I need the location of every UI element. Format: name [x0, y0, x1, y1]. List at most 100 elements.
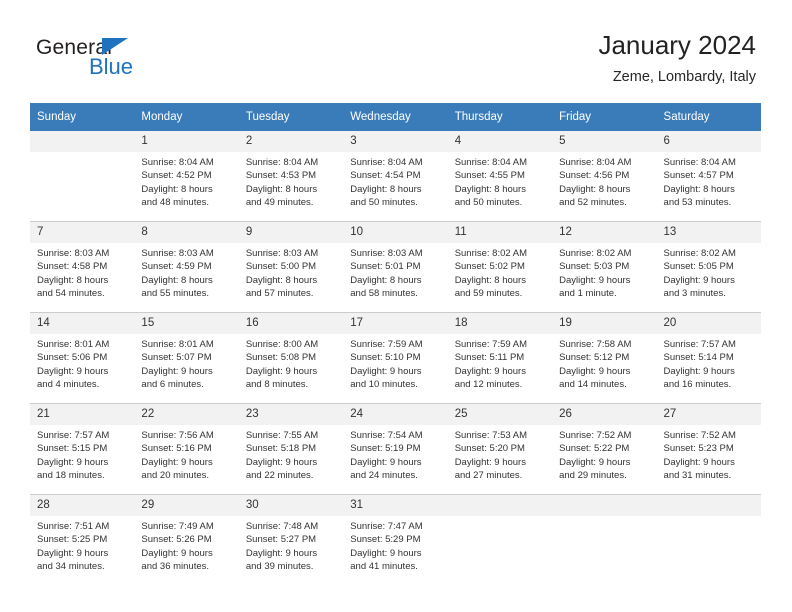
calendar-day-cell[interactable]: 2 Sunrise: 8:04 AM Sunset: 4:53 PM Daylight… — [238, 131, 344, 222]
calendar-day-cell[interactable]: 31 Sunrise: 7:47 AM Sunset: 5:29 PM Dayligh… — [343, 494, 448, 585]
day-details: Sunrise: 8:04 AM Sunset: 4:53 PM Daylight:… — [239, 152, 343, 209]
day-details: Sunrise: 7:49 AM Sunset: 5:26 PM Daylight:… — [134, 516, 238, 573]
sunrise-text: Sunrise: 7:54 AM — [350, 430, 423, 441]
page-subtitle: Zeme, Lombardy, Italy — [612, 69, 756, 85]
daylight-text: Daylight: 8 hours — [454, 274, 526, 286]
calendar-day-cell[interactable]: 23 Sunrise: 7:55 AM Sunset: 5:18 PM Dayligh… — [238, 403, 344, 495]
daylight-text: Daylight: 9 hours — [559, 274, 631, 286]
calendar-week-row: 14 Sunrise: 8:01 AM Sunset: 5:06 PM Dayligh… — [30, 312, 761, 404]
sunset-text: Sunset: 5:29 PM — [350, 534, 421, 546]
daylight-text-cont: and 50 minutes. — [350, 196, 418, 208]
daylight-text: Daylight: 8 hours — [141, 274, 213, 286]
day-number: 4 — [447, 131, 553, 152]
calendar-day-cell[interactable]: 14 Sunrise: 8:01 AM Sunset: 5:06 PM Dayligh… — [30, 312, 135, 404]
calendar-day-cell[interactable]: 4 Sunrise: 8:04 AM Sunset: 4:55 PM Daylight… — [447, 131, 553, 222]
calendar-day-cell[interactable]: 10 Sunrise: 8:03 AM Sunset: 5:01 PM Dayligh… — [343, 221, 448, 313]
calendar-day-cell[interactable]: 21 Sunrise: 7:57 AM Sunset: 5:15 PM Dayligh… — [30, 403, 135, 495]
daylight-text-cont: and 55 minutes. — [141, 287, 210, 299]
calendar-day-cell[interactable]: 16 Sunrise: 8:00 AM Sunset: 5:08 PM Dayligh… — [238, 312, 344, 404]
day-number: 30 — [238, 495, 344, 516]
daylight-text-cont: and 8 minutes. — [245, 378, 309, 390]
sunrise-text: Sunrise: 8:03 AM — [141, 248, 214, 259]
calendar-day-cell[interactable]: 30 Sunrise: 7:48 AM Sunset: 5:27 PM Dayligh… — [238, 494, 344, 585]
weekday-header-saturday: Saturday — [656, 103, 761, 131]
daylight-text-cont: and 58 minutes. — [350, 287, 418, 299]
calendar-empty-cell — [30, 131, 135, 222]
weekday-header-friday: Friday — [552, 103, 657, 131]
calendar-day-cell[interactable]: 3 Sunrise: 8:04 AM Sunset: 4:54 PM Daylight… — [343, 131, 448, 222]
sunrise-text: Sunrise: 8:04 AM — [350, 157, 423, 168]
sunset-text: Sunset: 4:53 PM — [245, 170, 317, 182]
calendar-day-cell[interactable]: 18 Sunrise: 7:59 AM Sunset: 5:11 PM Dayligh… — [447, 312, 553, 404]
weekday-header-thursday: Thursday — [447, 103, 553, 131]
daylight-text-cont: and 10 minutes. — [350, 378, 418, 390]
day-number: 28 — [30, 495, 135, 516]
sunrise-text: Sunrise: 8:01 AM — [141, 339, 214, 350]
general-blue-logo[interactable]: General Blue — [36, 36, 256, 86]
calendar-day-cell[interactable]: 27 Sunrise: 7:52 AM Sunset: 5:23 PM Dayligh… — [656, 403, 761, 495]
calendar-week-row: 7 Sunrise: 8:03 AM Sunset: 4:58 PM Daylight… — [30, 221, 761, 313]
calendar-week-row: 1 Sunrise: 8:04 AM Sunset: 4:52 PM Daylight… — [30, 131, 761, 222]
day-details: Sunrise: 8:04 AM Sunset: 4:57 PM Daylight:… — [657, 152, 761, 209]
day-details: Sunrise: 7:51 AM Sunset: 5:25 PM Daylight:… — [30, 516, 134, 573]
day-details — [448, 516, 552, 520]
calendar-day-cell[interactable]: 11 Sunrise: 8:02 AM Sunset: 5:02 PM Dayligh… — [447, 221, 553, 313]
daylight-text: Daylight: 8 hours — [559, 183, 631, 195]
calendar-day-cell[interactable]: 26 Sunrise: 7:52 AM Sunset: 5:22 PM Dayligh… — [552, 403, 657, 495]
calendar-day-cell[interactable]: 29 Sunrise: 7:49 AM Sunset: 5:26 PM Dayligh… — [134, 494, 239, 585]
calendar-day-cell[interactable]: 24 Sunrise: 7:54 AM Sunset: 5:19 PM Dayligh… — [343, 403, 448, 495]
day-number: 1 — [134, 131, 239, 152]
daylight-text: Daylight: 8 hours — [141, 183, 213, 195]
day-number — [552, 495, 657, 516]
calendar-day-cell[interactable]: 12 Sunrise: 8:02 AM Sunset: 5:03 PM Dayligh… — [552, 221, 657, 313]
sunrise-text: Sunrise: 7:55 AM — [245, 430, 319, 441]
daylight-text: Daylight: 9 hours — [141, 547, 213, 559]
calendar-day-cell[interactable]: 6 Sunrise: 8:04 AM Sunset: 4:57 PM Daylight… — [656, 131, 761, 222]
daylight-text: Daylight: 8 hours — [245, 274, 318, 286]
day-number — [656, 495, 761, 516]
day-number: 21 — [30, 404, 135, 425]
daylight-text-cont: and 4 minutes. — [37, 378, 100, 390]
weekday-header-sunday: Sunday — [30, 103, 135, 131]
daylight-text-cont: and 18 minutes. — [37, 469, 105, 481]
calendar-day-cell[interactable]: 20 Sunrise: 7:57 AM Sunset: 5:14 PM Dayligh… — [656, 312, 761, 404]
calendar-day-cell[interactable]: 22 Sunrise: 7:56 AM Sunset: 5:16 PM Dayligh… — [134, 403, 239, 495]
day-details: Sunrise: 7:54 AM Sunset: 5:19 PM Daylight:… — [343, 425, 447, 482]
calendar-day-cell[interactable]: 9 Sunrise: 8:03 AM Sunset: 5:00 PM Daylight… — [238, 221, 344, 313]
daylight-text-cont: and 12 minutes. — [454, 378, 523, 390]
daylight-text-cont: and 39 minutes. — [245, 560, 314, 572]
calendar-day-cell[interactable]: 7 Sunrise: 8:03 AM Sunset: 4:58 PM Daylight… — [30, 221, 135, 313]
sunrise-text: Sunrise: 7:49 AM — [141, 521, 214, 532]
daylight-text: Daylight: 8 hours — [245, 183, 318, 195]
sunrise-text: Sunrise: 7:57 AM — [37, 430, 110, 441]
day-details: Sunrise: 8:03 AM Sunset: 4:58 PM Daylight:… — [30, 243, 134, 300]
calendar-day-cell[interactable]: 15 Sunrise: 8:01 AM Sunset: 5:07 PM Dayligh… — [134, 312, 239, 404]
sunset-text: Sunset: 4:58 PM — [37, 261, 108, 273]
calendar-day-cell[interactable]: 1 Sunrise: 8:04 AM Sunset: 4:52 PM Daylight… — [134, 131, 239, 222]
day-number — [447, 495, 553, 516]
calendar-day-cell[interactable]: 28 Sunrise: 7:51 AM Sunset: 5:25 PM Dayligh… — [30, 494, 135, 585]
day-number: 8 — [134, 222, 239, 243]
sunset-text: Sunset: 5:06 PM — [37, 352, 108, 364]
daylight-text-cont: and 41 minutes. — [350, 560, 418, 572]
sunset-text: Sunset: 5:14 PM — [663, 352, 734, 364]
calendar-day-cell[interactable]: 17 Sunrise: 7:59 AM Sunset: 5:10 PM Dayligh… — [343, 312, 448, 404]
day-details: Sunrise: 7:57 AM Sunset: 5:14 PM Daylight:… — [657, 334, 761, 391]
sunset-text: Sunset: 5:18 PM — [245, 443, 317, 455]
day-details: Sunrise: 8:02 AM Sunset: 5:05 PM Daylight:… — [657, 243, 761, 300]
calendar-day-cell[interactable]: 25 Sunrise: 7:53 AM Sunset: 5:20 PM Dayligh… — [447, 403, 553, 495]
day-number: 15 — [134, 313, 239, 334]
sunrise-text: Sunrise: 7:59 AM — [454, 339, 528, 350]
day-details: Sunrise: 7:59 AM Sunset: 5:11 PM Daylight:… — [448, 334, 552, 391]
day-details: Sunrise: 8:02 AM Sunset: 5:02 PM Daylight:… — [448, 243, 552, 300]
calendar-day-cell[interactable]: 5 Sunrise: 8:04 AM Sunset: 4:56 PM Daylight… — [552, 131, 657, 222]
calendar-day-cell[interactable]: 13 Sunrise: 8:02 AM Sunset: 5:05 PM Dayligh… — [656, 221, 761, 313]
sunset-text: Sunset: 4:55 PM — [454, 170, 525, 182]
title-block: January 2024 Zeme, Lombardy, Italy — [598, 30, 756, 87]
sunrise-text: Sunrise: 7:58 AM — [559, 339, 632, 350]
day-number — [30, 131, 135, 152]
day-number: 2 — [238, 131, 344, 152]
day-details: Sunrise: 8:04 AM Sunset: 4:55 PM Daylight:… — [448, 152, 552, 209]
calendar-day-cell[interactable]: 8 Sunrise: 8:03 AM Sunset: 4:59 PM Daylight… — [134, 221, 239, 313]
calendar-day-cell[interactable]: 19 Sunrise: 7:58 AM Sunset: 5:12 PM Dayligh… — [552, 312, 657, 404]
